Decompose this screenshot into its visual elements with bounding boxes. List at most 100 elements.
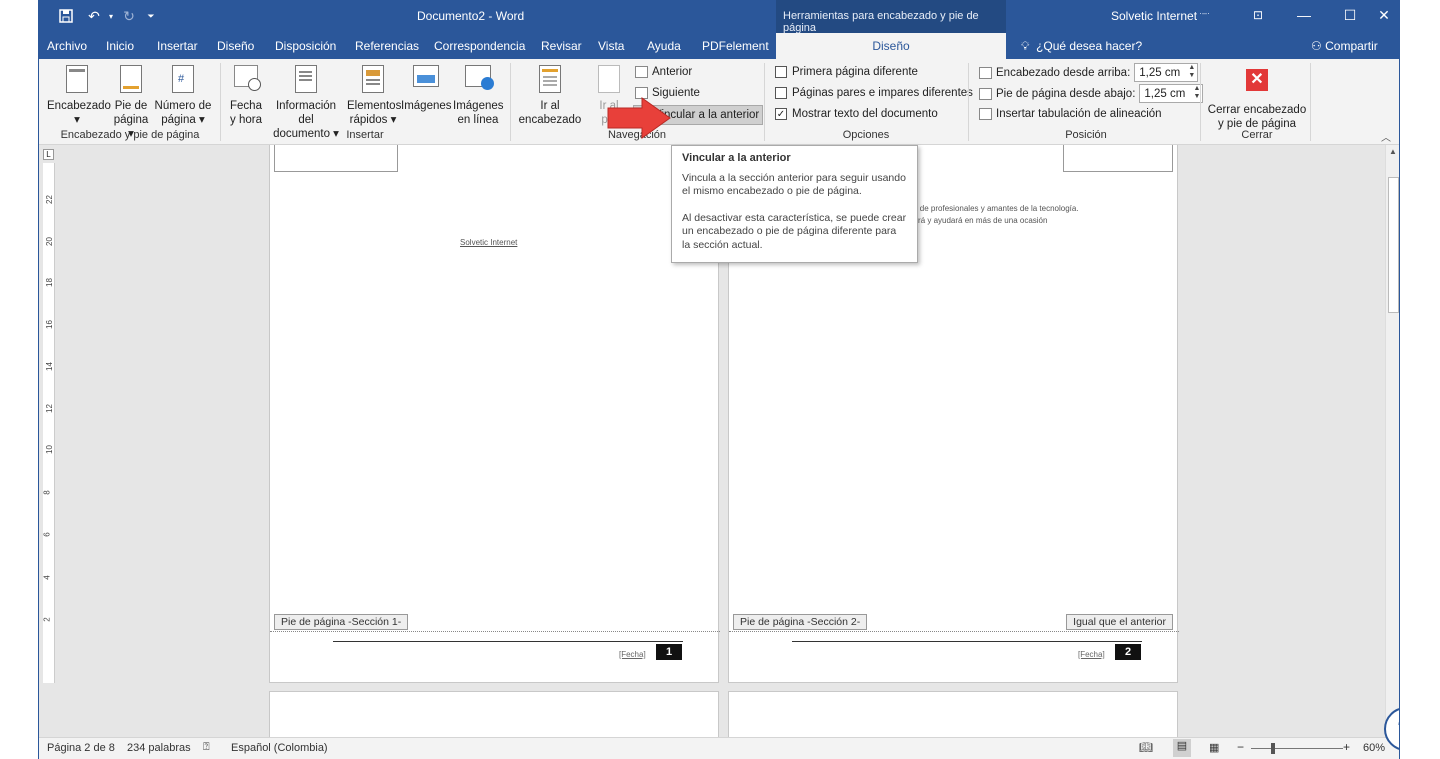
group-label-insertar: Insertar (346, 129, 384, 141)
customize-qat-icon[interactable]: ⏷ (139, 6, 163, 26)
user-avatar-icon[interactable]: ·–· (1199, 8, 1210, 18)
proofing-icon[interactable]: ⍰ (203, 741, 210, 754)
alignment-tab-icon (979, 108, 992, 120)
date-time-button[interactable]: Fecha y hora (227, 65, 265, 127)
date-placeholder[interactable]: [Fecha] (619, 650, 646, 659)
different-odd-even-checkbox[interactable]: Páginas pares e impares diferentes (775, 87, 973, 99)
language[interactable]: Español (Colombia) (231, 742, 328, 754)
vertical-scrollbar[interactable]: ▲ ▼ (1385, 145, 1399, 737)
zoom-level[interactable]: 60% (1363, 742, 1385, 754)
group-separator (1200, 63, 1201, 141)
tab-selector-icon[interactable]: L (43, 149, 54, 160)
header-label: Encabezado (47, 100, 111, 112)
footer-from-bottom-input[interactable]: 1,25 cm ▲ ▼ (1139, 84, 1204, 103)
tab-archivo[interactable]: Archivo (47, 39, 87, 53)
word-count[interactable]: 234 palabras (127, 742, 191, 754)
close-icon[interactable]: ✕ (1361, 0, 1399, 30)
user-name[interactable]: Solvetic Internet (1111, 9, 1197, 23)
tab-vista[interactable]: Vista (598, 39, 624, 53)
footer-from-bottom-label: Pie de página desde abajo: (996, 87, 1136, 100)
header-from-top-label: Encabezado desde arriba: (996, 66, 1131, 79)
tab-diseno[interactable]: Diseño (217, 39, 254, 53)
pictures-button[interactable]: Imágenes (401, 65, 452, 113)
help-badge-icon[interactable] (1384, 707, 1399, 751)
page-number-icon: # (172, 65, 194, 93)
print-layout-icon[interactable]: ▤ (1173, 739, 1191, 757)
checkbox-unchecked (775, 87, 787, 99)
quick-parts-icon (362, 65, 384, 93)
page-number-label-1: Número de (154, 100, 212, 112)
zoom-slider-thumb[interactable] (1271, 743, 1275, 754)
header-from-top: Encabezado desde arriba: 1,25 cm ▲ ▼ (979, 63, 1199, 82)
tab-insertar[interactable]: Insertar (157, 39, 198, 53)
page-count[interactable]: Página 2 de 8 (47, 742, 115, 754)
previous-button[interactable]: Anterior (635, 66, 692, 78)
tab-referencias[interactable]: Referencias (355, 39, 419, 53)
scroll-up-icon[interactable]: ▲ (1389, 147, 1397, 156)
scrollbar-thumb[interactable] (1388, 177, 1399, 313)
footer-boundary (270, 631, 720, 632)
vertical-ruler: L 22 20 18 16 14 12 10 8 6 4 2 (39, 145, 59, 737)
minimize-icon[interactable]: — (1281, 0, 1327, 30)
tab-ayuda[interactable]: Ayuda (647, 39, 681, 53)
page-4[interactable] (728, 691, 1178, 737)
page-1[interactable]: Solvetic Internet Pie de página -Sección… (269, 145, 720, 683)
share-button[interactable]: ⚇ Compartir (1311, 39, 1378, 53)
redo-icon: ↻ (123, 7, 135, 24)
zoom-out-icon[interactable]: − (1237, 740, 1244, 754)
document-info-icon (295, 65, 317, 93)
pictures-icon (413, 65, 439, 87)
header-button[interactable]: Encabezado ▾ (47, 65, 111, 127)
save-icon[interactable] (54, 6, 78, 26)
date-placeholder[interactable]: [Fecha] (1078, 650, 1105, 659)
word-window: ↶ ▾ ↻ ⏷ Documento2 - Word Herramientas p… (38, 0, 1400, 759)
zoom-in-icon[interactable]: + (1343, 740, 1350, 754)
insert-alignment-tab-button[interactable]: Insertar tabulación de alineación (979, 108, 1162, 120)
tab-disposicion[interactable]: Disposición (275, 39, 336, 53)
go-to-footer-icon (598, 65, 620, 93)
group-label-cerrar: Cerrar (1241, 129, 1273, 141)
tooltip-note: Al desactivar esta característica, se pu… (682, 211, 907, 251)
calendar-icon (234, 65, 261, 91)
ruler-number: 2 (42, 617, 52, 622)
close-header-footer-button[interactable]: ✕ Cerrar encabezado y pie de página (1207, 65, 1307, 131)
tab-revisar[interactable]: Revisar (541, 39, 582, 53)
zoom-slider[interactable] (1251, 748, 1343, 749)
online-pictures-icon (465, 65, 494, 90)
quick-parts-label-2: rápidos ▾ (349, 114, 397, 126)
tab-correspondencia[interactable]: Correspondencia (434, 39, 525, 53)
pictures-label: Imágenes (401, 100, 452, 112)
footer-section-2-tag: Pie de página -Sección 2- (733, 614, 868, 630)
page-3[interactable] (269, 691, 719, 737)
group-label-posicion: Posición (1065, 129, 1107, 141)
read-mode-icon[interactable]: 📖︎ (1139, 741, 1153, 754)
tab-header-footer-design[interactable]: Diseño (776, 33, 1006, 60)
quick-parts-button[interactable]: Elementos rápidos ▾ (347, 65, 401, 127)
header-tag (274, 145, 398, 172)
ruler-number: 8 (42, 490, 52, 495)
ribbon-display-options-icon[interactable]: ⊡ (1235, 0, 1281, 30)
group-separator (220, 63, 221, 141)
online-pictures-label-1: Imágenes (453, 100, 504, 112)
header-icon (66, 65, 88, 93)
spinner-arrows-icon[interactable]: ▲ ▼ (1188, 64, 1195, 80)
collapse-ribbon-icon[interactable]: ︿ (1381, 129, 1391, 144)
go-to-header-icon (539, 65, 561, 93)
online-pictures-button[interactable]: Imágenes en línea (453, 65, 504, 127)
ruler-number: 20 (44, 237, 54, 246)
ribbon-tab-bar: Archivo Inicio Insertar Diseño Disposici… (39, 33, 1399, 60)
page-number-button[interactable]: # Número de página ▾ (153, 65, 213, 127)
web-layout-icon[interactable]: ▦ (1209, 741, 1219, 754)
different-first-page-checkbox[interactable]: Primera página diferente (775, 66, 918, 78)
ruler-number: 14 (44, 362, 54, 371)
ruler-number: 10 (44, 445, 54, 454)
go-to-header-button[interactable]: Ir al encabezado (517, 65, 583, 127)
tab-inicio[interactable]: Inicio (106, 39, 134, 53)
previous-icon (635, 66, 648, 78)
date-time-label-2: y hora (230, 114, 262, 126)
header-from-top-input[interactable]: 1,25 cm ▲ ▼ (1134, 63, 1199, 82)
header-text[interactable]: Solvetic Internet (460, 238, 517, 247)
show-document-text-checkbox[interactable]: ✓ Mostrar texto del documento (775, 108, 938, 120)
tell-me-search[interactable]: 💡︎ ¿Qué desea hacer? (1021, 39, 1142, 54)
tab-pdfelement[interactable]: PDFelement (702, 39, 769, 53)
